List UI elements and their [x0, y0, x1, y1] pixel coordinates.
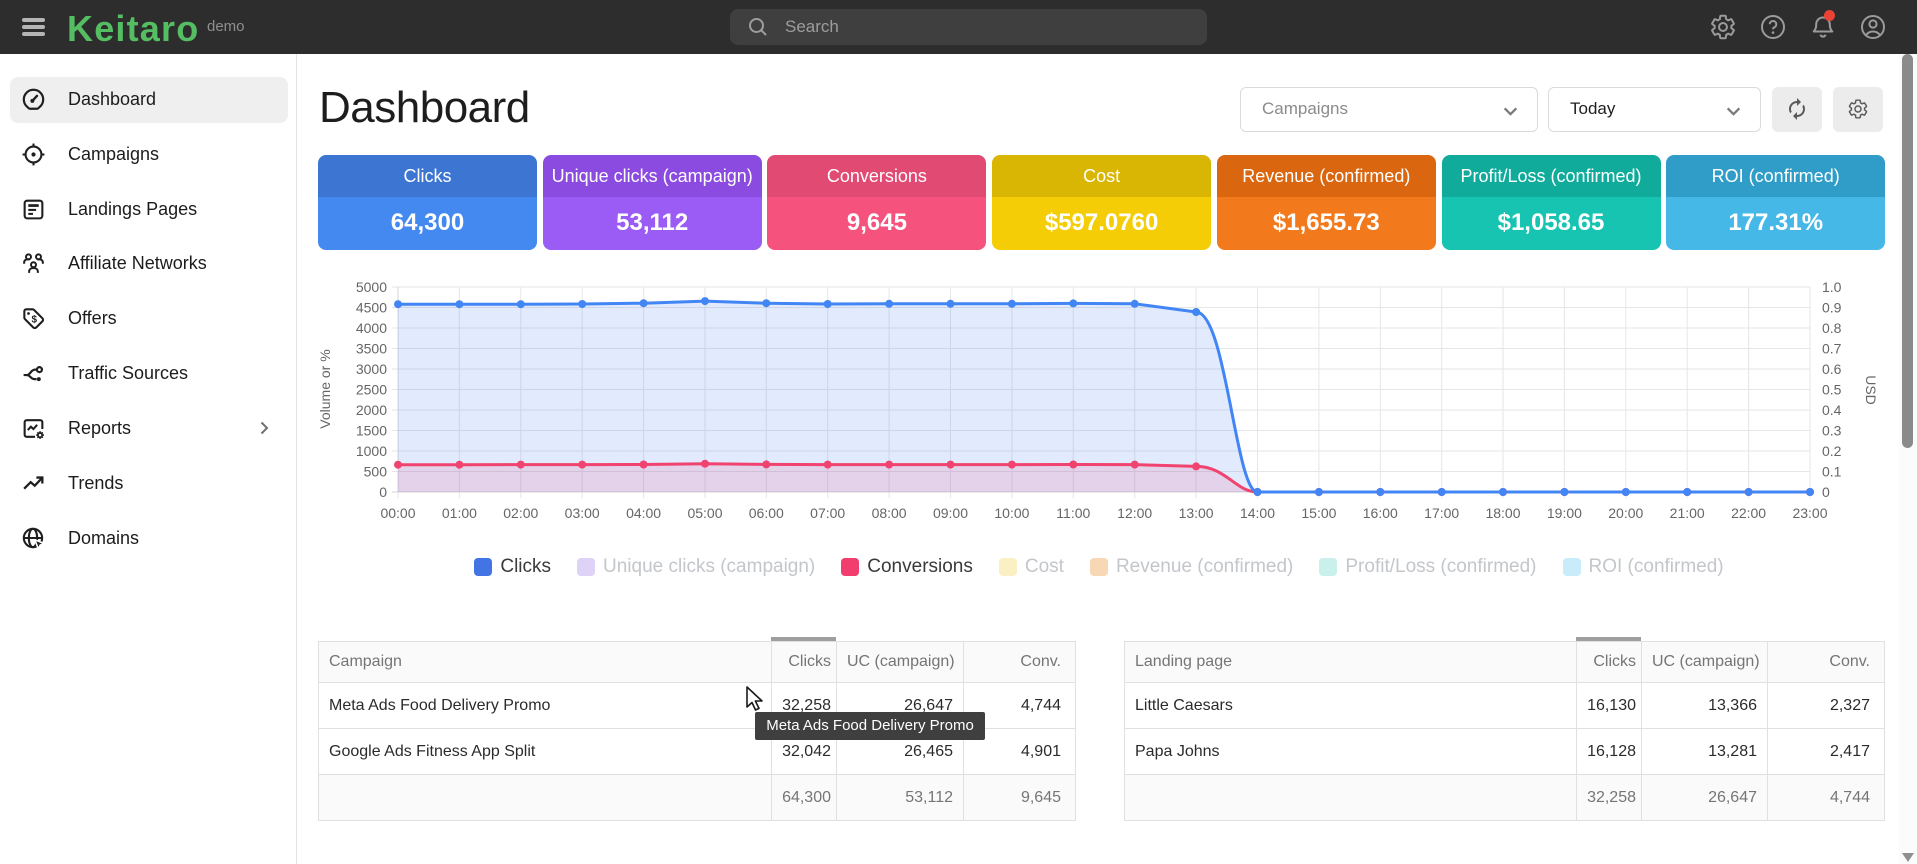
- svg-text:0.2: 0.2: [1822, 443, 1842, 459]
- svg-text:4500: 4500: [356, 300, 387, 316]
- svg-text:02:00: 02:00: [503, 505, 538, 521]
- svg-text:4000: 4000: [356, 320, 387, 336]
- svg-text:13:00: 13:00: [1179, 505, 1214, 521]
- svg-text:1000: 1000: [356, 443, 387, 459]
- svg-text:11:00: 11:00: [1056, 505, 1090, 521]
- svg-text:20:00: 20:00: [1608, 505, 1643, 521]
- svg-text:16:00: 16:00: [1363, 505, 1398, 521]
- svg-text:0.1: 0.1: [1822, 464, 1842, 480]
- svg-text:01:00: 01:00: [442, 505, 477, 521]
- svg-text:2500: 2500: [356, 382, 387, 398]
- svg-text:15:00: 15:00: [1301, 505, 1336, 521]
- svg-text:07:00: 07:00: [810, 505, 845, 521]
- svg-text:1500: 1500: [356, 423, 387, 439]
- svg-text:Volume or %: Volume or %: [317, 349, 333, 428]
- svg-text:USD: USD: [1863, 375, 1879, 405]
- svg-text:04:00: 04:00: [626, 505, 661, 521]
- svg-text:3500: 3500: [356, 341, 387, 357]
- svg-text:500: 500: [364, 464, 388, 480]
- svg-text:22:00: 22:00: [1731, 505, 1766, 521]
- svg-text:0.5: 0.5: [1822, 382, 1842, 398]
- svg-text:05:00: 05:00: [687, 505, 722, 521]
- svg-text:0.3: 0.3: [1822, 423, 1842, 439]
- svg-text:14:00: 14:00: [1240, 505, 1275, 521]
- svg-text:12:00: 12:00: [1117, 505, 1152, 521]
- svg-text:03:00: 03:00: [565, 505, 600, 521]
- svg-text:0: 0: [379, 484, 387, 500]
- svg-text:0.8: 0.8: [1822, 320, 1842, 336]
- svg-text:0: 0: [1822, 484, 1830, 500]
- svg-text:10:00: 10:00: [994, 505, 1029, 521]
- svg-text:3000: 3000: [356, 361, 387, 377]
- svg-text:0.9: 0.9: [1822, 300, 1842, 316]
- svg-text:2000: 2000: [356, 402, 387, 418]
- svg-text:0.6: 0.6: [1822, 361, 1842, 377]
- svg-text:21:00: 21:00: [1670, 505, 1705, 521]
- svg-text:0.7: 0.7: [1822, 341, 1842, 357]
- svg-text:08:00: 08:00: [872, 505, 907, 521]
- svg-text:1.0: 1.0: [1822, 279, 1842, 295]
- svg-text:0.4: 0.4: [1822, 402, 1842, 418]
- svg-text:06:00: 06:00: [749, 505, 784, 521]
- svg-text:17:00: 17:00: [1424, 505, 1459, 521]
- svg-text:$: $: [31, 314, 37, 325]
- svg-text:23:00: 23:00: [1792, 505, 1827, 521]
- svg-text:19:00: 19:00: [1547, 505, 1582, 521]
- svg-text:00:00: 00:00: [380, 505, 415, 521]
- svg-text:18:00: 18:00: [1485, 505, 1520, 521]
- svg-text:5000: 5000: [356, 279, 387, 295]
- svg-text:09:00: 09:00: [933, 505, 968, 521]
